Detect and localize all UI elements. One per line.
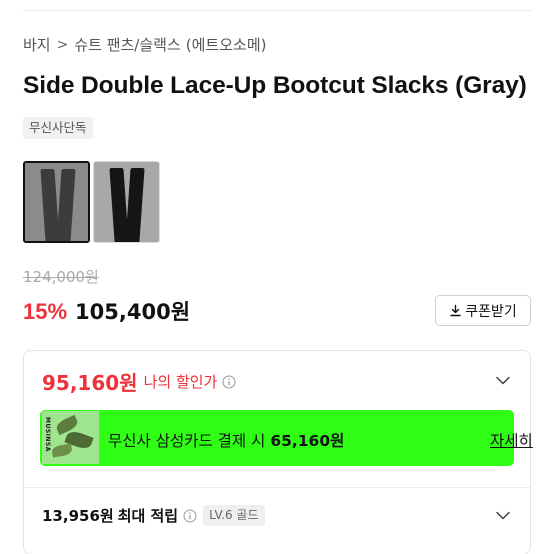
chevron-down-icon[interactable]: [495, 372, 511, 388]
original-price: 124,000원: [23, 268, 99, 286]
info-icon[interactable]: [222, 375, 236, 389]
chevron-down-icon[interactable]: [495, 507, 511, 523]
exclusive-badge: 무신사단독: [23, 117, 93, 139]
product-title: Side Double Lace-Up Bootcut Slacks (Gray…: [23, 72, 527, 99]
info-icon[interactable]: [183, 509, 197, 523]
benefit-divider: [24, 487, 530, 488]
card-promo-image: MUSINSA: [42, 411, 99, 464]
thumbnail-gray[interactable]: [23, 161, 90, 243]
card-image-tag: MUSINSA: [44, 417, 51, 452]
breadcrumb-separator: >: [56, 36, 69, 53]
points-row: 13,956원 최대 적립 LV.6 골드: [42, 505, 265, 526]
price-row: 15% 105,400원: [23, 296, 190, 326]
download-icon: [449, 304, 462, 317]
breadcrumb-subcategory[interactable]: 슈트 팬츠/슬랙스: [74, 34, 180, 55]
best-price-label: 나의 할인가: [143, 373, 218, 391]
card-price: 65,160원: [270, 432, 345, 450]
best-price: 95,160원: [42, 371, 138, 395]
breadcrumb: 바지 > 슈트 팬츠/슬랙스 (에트오소메): [23, 34, 267, 55]
coupon-download-button[interactable]: 쿠폰받기: [435, 295, 531, 326]
points-amount: 13,956원: [42, 507, 114, 525]
discount-rate: 15%: [23, 299, 68, 324]
breadcrumb-category[interactable]: 바지: [23, 34, 51, 55]
thumbnail-black[interactable]: [93, 161, 160, 243]
sale-price: 105,400원: [75, 300, 191, 324]
card-banner-text: 무신사 삼성카드 결제 시 65,160원: [108, 429, 344, 451]
top-divider: [22, 10, 532, 11]
breadcrumb-brand[interactable]: (에트오소메): [186, 34, 267, 55]
points-label: 최대 적립: [117, 507, 179, 525]
best-price-row: 95,160원 나의 할인가: [42, 367, 236, 396]
card-text-prefix: 무신사 삼성카드 결제 시: [108, 432, 271, 450]
coupon-label: 쿠폰받기: [465, 302, 517, 319]
samsung-card-banner[interactable]: MUSINSA 무신사 삼성카드 결제 시 65,160원 자세히: [40, 410, 533, 466]
member-level-badge: LV.6 골드: [203, 505, 265, 526]
card-details-link[interactable]: 자세히: [490, 429, 533, 451]
leaf-shape: [51, 443, 73, 458]
